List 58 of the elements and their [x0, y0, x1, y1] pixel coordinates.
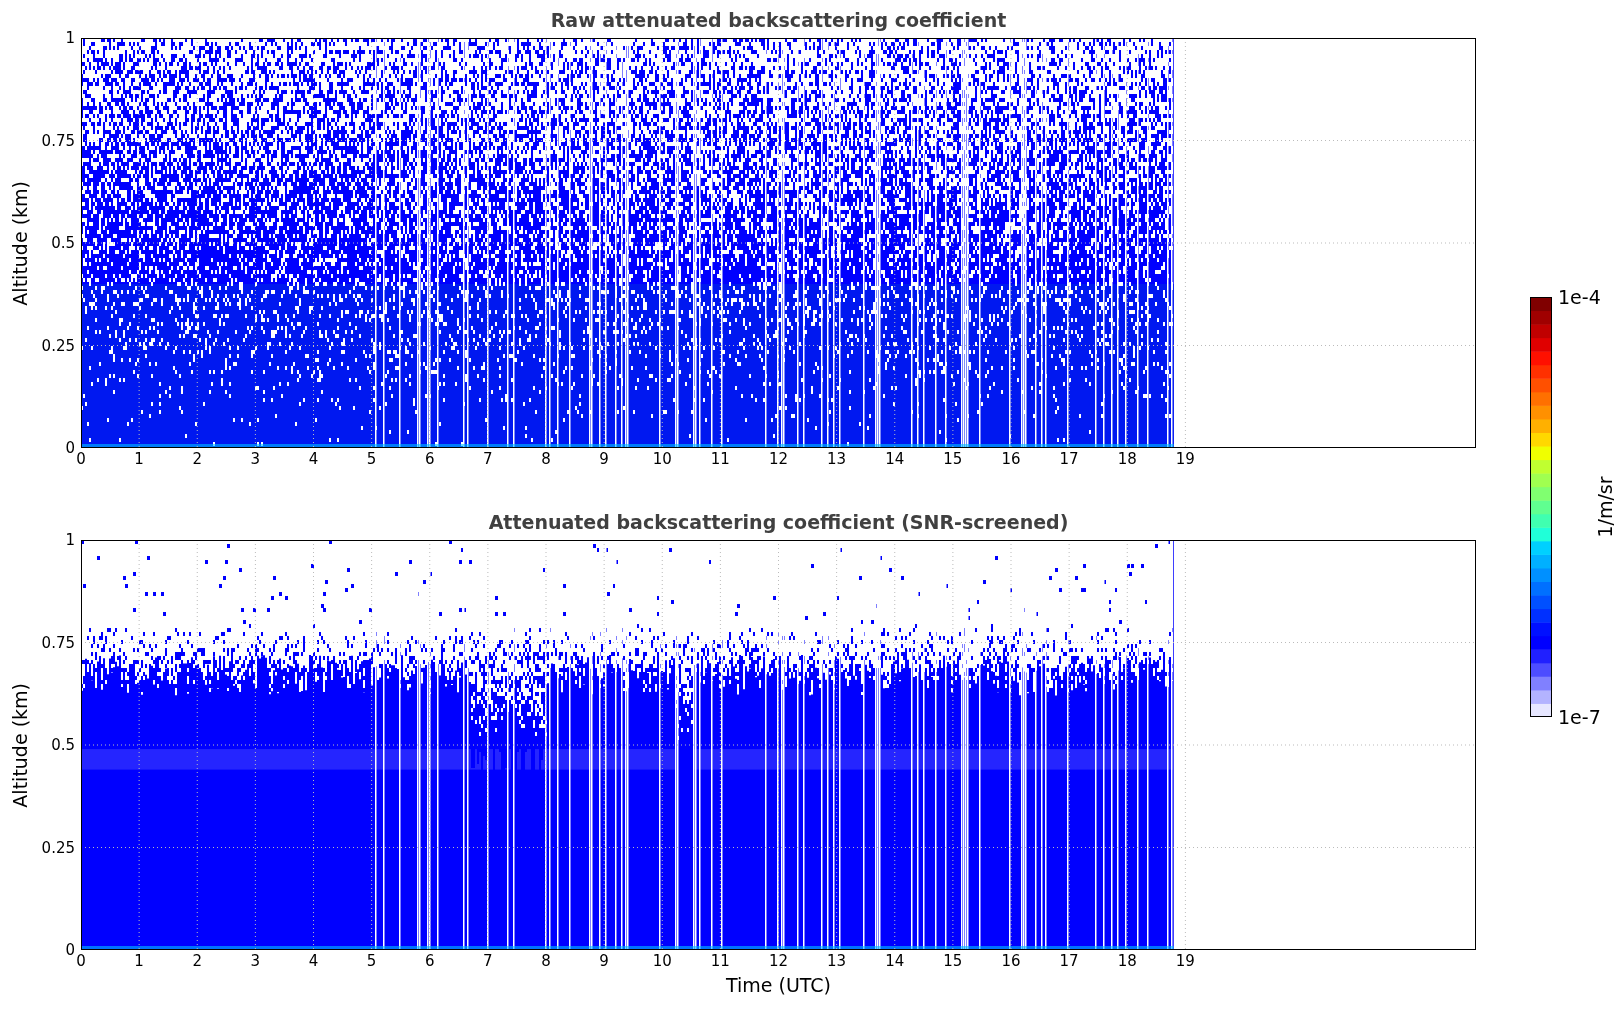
x-tick-label: 9: [599, 952, 609, 970]
x-tick-label: 11: [710, 952, 730, 970]
x-tick-label: 12: [768, 952, 789, 970]
x-tick-label: 18: [1117, 450, 1137, 468]
x-tick-label: 2: [192, 952, 202, 970]
y-tick-label: 0: [65, 439, 75, 457]
colorbar-min-label: 1e-7: [1558, 706, 1601, 728]
x-tick-label: 18: [1117, 952, 1137, 970]
x-axis-label: Time (UTC): [726, 974, 831, 996]
x-tick-label: 0: [76, 952, 86, 970]
x-tick-label: 14: [885, 952, 905, 970]
y-tick-label: 0: [65, 941, 75, 959]
y-tick-label: 0.25: [41, 336, 75, 355]
x-tick-label: 15: [943, 450, 963, 468]
x-tick-label: 19: [1175, 450, 1195, 468]
plot-title: Attenuated backscattering coefficient (SNR-screened): [488, 511, 1069, 533]
y-axis-label: Altitude (km): [9, 682, 31, 808]
y-tick-label: 0.75: [41, 633, 75, 652]
x-tick-label: 19: [1175, 952, 1195, 970]
x-tick-label: 6: [425, 952, 435, 970]
x-tick-label: 13: [827, 952, 847, 970]
x-tick-label: 7: [483, 952, 493, 970]
x-tick-label: 0: [76, 450, 86, 468]
x-tick-label: 16: [1001, 450, 1021, 468]
x-tick-label: 1: [134, 450, 144, 468]
y-tick-label: 0.75: [41, 131, 75, 150]
x-tick-label: 3: [250, 952, 261, 970]
x-tick-label: 4: [308, 952, 319, 970]
y-tick-label: 1: [65, 29, 75, 47]
x-tick-label: 17: [1059, 450, 1079, 468]
x-tick-label: 12: [768, 450, 789, 468]
x-tick-label: 7: [483, 450, 493, 468]
x-tick-label: 1: [134, 952, 144, 970]
x-tick-label: 5: [366, 952, 377, 970]
y-tick-label: 1: [65, 531, 75, 549]
x-tick-label: 13: [827, 450, 847, 468]
x-tick-label: 8: [541, 450, 551, 468]
x-tick-label: 9: [599, 450, 609, 468]
x-tick-label: 2: [192, 450, 202, 468]
x-tick-label: 11: [710, 450, 730, 468]
colorbar-max-label: 1e-4: [1558, 286, 1601, 308]
colorbar-unit-label: 1/m/sr: [1594, 476, 1616, 538]
x-tick-label: 14: [885, 450, 905, 468]
x-tick-label: 15: [943, 952, 963, 970]
y-axis-label: Altitude (km): [9, 180, 31, 306]
x-tick-label: 10: [652, 450, 672, 468]
x-tick-label: 4: [308, 450, 319, 468]
x-tick-label: 10: [652, 952, 672, 970]
x-tick-label: 5: [366, 450, 377, 468]
x-tick-label: 3: [250, 450, 261, 468]
y-tick-label: 0.25: [41, 838, 75, 857]
y-tick-label: 0.5: [51, 234, 75, 252]
y-tick-label: 0.5: [51, 736, 75, 754]
plot-title: Raw attenuated backscattering coefficient: [550, 9, 1007, 31]
x-tick-label: 17: [1059, 952, 1079, 970]
x-tick-label: 16: [1001, 952, 1021, 970]
x-tick-label: 8: [541, 952, 551, 970]
x-tick-label: 6: [425, 450, 435, 468]
